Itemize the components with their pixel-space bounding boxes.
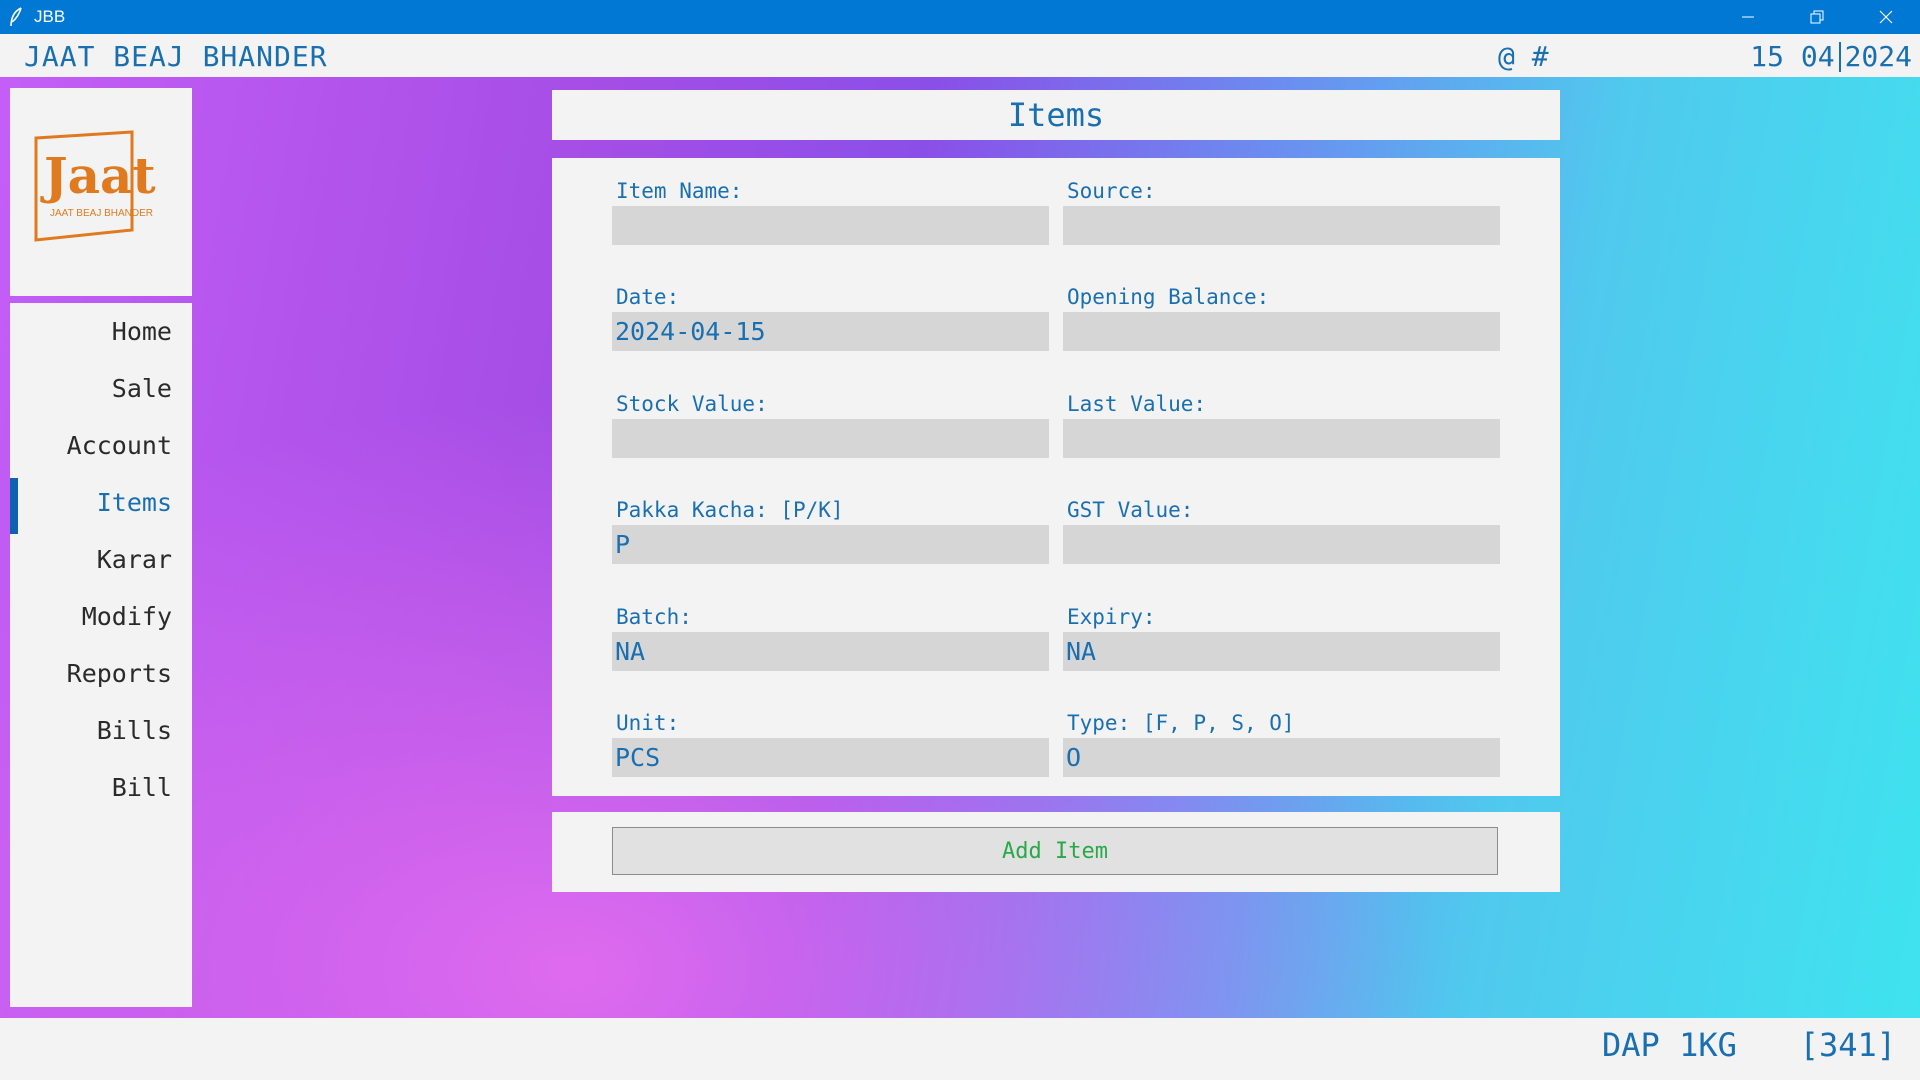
sidebar-item-bills[interactable]: Bills <box>10 706 192 756</box>
sidebar-item-label: Modify <box>81 602 172 631</box>
header-symbols: @ # <box>1498 40 1549 73</box>
minimize-button[interactable] <box>1713 0 1782 34</box>
unit-label: Unit: <box>616 711 680 735</box>
sidebar-item-bill[interactable]: Bill <box>10 763 192 813</box>
type-label: Type: [F, P, S, O] <box>1067 711 1295 735</box>
status-item-name: DAP 1KG <box>1602 1026 1737 1064</box>
unit-field: Unit: <box>612 708 1049 777</box>
unit-input[interactable] <box>612 738 1049 777</box>
date-input[interactable] <box>612 312 1049 351</box>
window-title: JBB <box>34 7 66 26</box>
item-name-input[interactable] <box>612 206 1049 245</box>
date-year: 2024 <box>1844 40 1912 73</box>
item-form: Item Name: Source: Date: Opening Balance… <box>552 158 1560 796</box>
sidebar-item-label: Sale <box>111 374 172 403</box>
restore-icon <box>1810 10 1823 24</box>
date-day-month: 15 04 <box>1750 40 1835 73</box>
add-item-button[interactable]: Add Item <box>612 827 1498 875</box>
batch-field: Batch: <box>612 602 1049 671</box>
sidebar-item-karar[interactable]: Karar <box>10 535 192 585</box>
item-name-label: Item Name: <box>616 179 743 203</box>
pakka-kacha-field: Pakka Kacha: [P/K] <box>612 495 1049 564</box>
close-button[interactable] <box>1851 0 1920 34</box>
date-separator <box>1838 41 1841 72</box>
feather-icon <box>6 7 26 27</box>
batch-label: Batch: <box>616 605 692 629</box>
minimize-icon <box>1741 16 1754 18</box>
sidebar-item-label: Bill <box>111 773 172 802</box>
pakka-kacha-input[interactable] <box>612 525 1049 564</box>
batch-input[interactable] <box>612 632 1049 671</box>
sidebar-item-sale[interactable]: Sale <box>10 364 192 414</box>
source-label: Source: <box>1067 179 1156 203</box>
status-item-count: [341] <box>1799 1026 1896 1064</box>
expiry-input[interactable] <box>1063 632 1500 671</box>
sidebar-item-label: Bills <box>96 716 172 745</box>
last-value-input[interactable] <box>1063 419 1500 458</box>
opening-balance-field: Opening Balance: <box>1063 282 1500 351</box>
stock-value-label: Stock Value: <box>616 392 768 416</box>
gst-value-field: GST Value: <box>1063 495 1500 564</box>
stock-value-field: Stock Value: <box>612 389 1049 458</box>
gst-value-label: GST Value: <box>1067 498 1194 522</box>
sidebar-item-reports[interactable]: Reports <box>10 649 192 699</box>
logo-panel: Jaat JAAT BEAJ BHANDER <box>10 88 192 296</box>
opening-balance-label: Opening Balance: <box>1067 285 1270 309</box>
last-value-label: Last Value: <box>1067 392 1207 416</box>
logo-word: Jaat <box>44 146 156 205</box>
app-header: JAAT BEAJ BHANDER @ # 15 04 2024 <box>0 34 1920 77</box>
restore-button[interactable] <box>1782 0 1851 34</box>
logo: Jaat JAAT BEAJ BHANDER <box>32 130 156 242</box>
source-field: Source: <box>1063 176 1500 245</box>
type-input[interactable] <box>1063 738 1500 777</box>
status-bar: DAP 1KG [341] <box>0 1018 1920 1080</box>
expiry-field: Expiry: <box>1063 602 1500 671</box>
page-title: Items <box>1007 96 1105 134</box>
stock-value-input[interactable] <box>612 419 1049 458</box>
sidebar-item-account[interactable]: Account <box>10 421 192 471</box>
gst-value-input[interactable] <box>1063 525 1500 564</box>
header-date: 15 04 2024 <box>1750 40 1912 73</box>
sidebar-item-home[interactable]: Home <box>10 307 192 357</box>
sidebar-item-modify[interactable]: Modify <box>10 592 192 642</box>
sidebar-nav: Home Sale Account Items Karar Modify Rep… <box>10 303 192 1007</box>
brand-title: JAAT BEAJ BHANDER <box>24 40 328 73</box>
type-field: Type: [F, P, S, O] <box>1063 708 1500 777</box>
close-icon <box>1879 10 1892 24</box>
expiry-label: Expiry: <box>1067 605 1156 629</box>
sidebar-item-label: Reports <box>66 659 172 688</box>
sidebar-item-label: Items <box>96 488 172 517</box>
sidebar-item-label: Home <box>111 317 172 346</box>
sidebar-item-label: Karar <box>96 545 172 574</box>
sidebar-item-label: Account <box>66 431 172 460</box>
source-input[interactable] <box>1063 206 1500 245</box>
item-name-field: Item Name: <box>612 176 1049 245</box>
logo-subtitle: JAAT BEAJ BHANDER <box>50 208 153 219</box>
date-field: Date: <box>612 282 1049 351</box>
last-value-field: Last Value: <box>1063 389 1500 458</box>
sidebar-item-items[interactable]: Items <box>10 478 192 534</box>
page-title-panel: Items <box>552 90 1560 140</box>
opening-balance-input[interactable] <box>1063 312 1500 351</box>
active-indicator <box>10 478 18 534</box>
date-label: Date: <box>616 285 680 309</box>
window-titlebar: JBB <box>0 0 1920 34</box>
pakka-kacha-label: Pakka Kacha: [P/K] <box>616 498 844 522</box>
action-panel: Add Item <box>552 812 1560 892</box>
